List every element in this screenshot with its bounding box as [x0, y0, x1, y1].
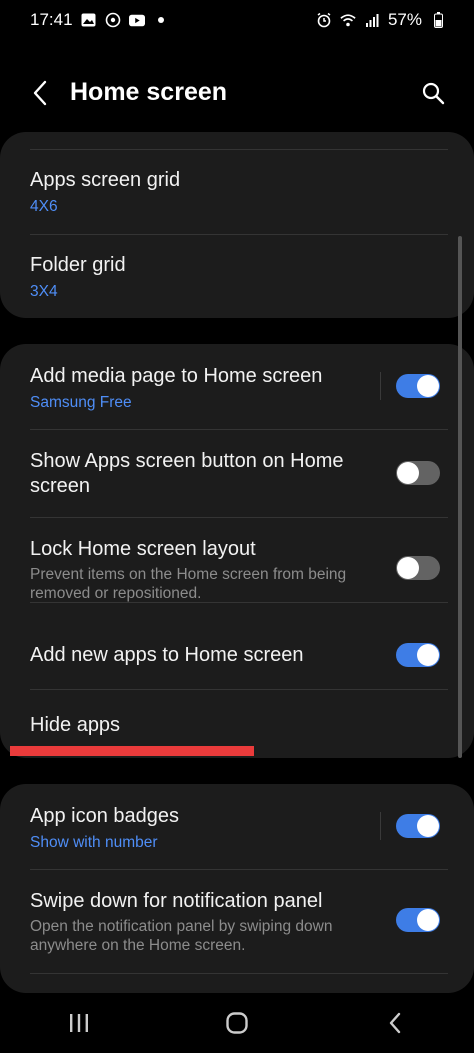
chevron-left-icon [33, 80, 47, 106]
status-bar: 17:41 57% [0, 0, 474, 40]
vertical-separator [380, 812, 381, 840]
lock-layout-description: Prevent items on the Home screen from be… [30, 566, 347, 602]
page-title: Home screen [70, 78, 228, 106]
divider [30, 973, 448, 974]
home-icon [226, 1012, 248, 1034]
apps-button-toggle[interactable] [396, 461, 440, 485]
divider [30, 869, 448, 870]
toggle-knob [397, 462, 419, 484]
folder-grid-item[interactable]: Folder grid 3X4 [0, 253, 474, 302]
back-button[interactable] [26, 78, 54, 108]
navigation-bar [0, 993, 474, 1053]
status-time: 17:41 [30, 10, 73, 29]
swipe-down-item[interactable]: Swipe down for notification panel Open t… [0, 889, 370, 955]
divider [30, 602, 448, 603]
apps-screen-grid-value: 4X6 [30, 198, 58, 215]
wifi-icon [340, 12, 356, 28]
search-button[interactable] [418, 78, 448, 108]
divider [30, 429, 448, 430]
search-icon [422, 82, 445, 105]
media-page-value: Samsung Free [30, 394, 132, 411]
swipe-down-label: Swipe down for notification panel [30, 890, 323, 912]
youtube-icon [128, 12, 145, 28]
apps-screen-grid-label: Apps screen grid [30, 169, 181, 191]
lock-layout-label: Lock Home screen layout [30, 538, 256, 560]
app-icon-badges-value: Show with number [30, 834, 158, 851]
folder-grid-value: 3X4 [30, 283, 58, 300]
toggle-knob [417, 375, 439, 397]
scrollbar[interactable] [458, 236, 462, 758]
swipe-down-description: Open the notification panel by swiping d… [30, 918, 333, 954]
toggle-knob [397, 557, 419, 579]
divider [30, 689, 448, 690]
app-icon-badges-label: App icon badges [30, 805, 180, 827]
media-page-toggle[interactable] [396, 374, 440, 398]
hide-apps-item[interactable]: Hide apps [0, 713, 474, 738]
grid-settings-card: Apps screen grid 4X6 Folder grid 3X4 [0, 132, 474, 318]
signal-icon [364, 12, 380, 28]
apps-button-item[interactable]: Show Apps screen button on Home screen [0, 449, 350, 499]
add-new-apps-label: Add new apps to Home screen [30, 644, 304, 666]
back-arrow-icon [389, 1012, 401, 1034]
divider [30, 149, 448, 150]
home-options-card: Add media page to Home screen Samsung Fr… [0, 344, 474, 758]
apps-button-label: Show Apps screen button on Home screen [30, 450, 344, 497]
hide-apps-label: Hide apps [30, 714, 121, 736]
vertical-separator [380, 372, 381, 400]
alarm-icon [316, 12, 332, 28]
battery-percent: 57% [387, 10, 422, 29]
signal-hotspot-icon [105, 12, 121, 28]
image-icon [81, 12, 97, 28]
home-button[interactable] [207, 1003, 267, 1043]
highlight-underline [10, 746, 254, 756]
swipe-down-toggle[interactable] [396, 908, 440, 932]
add-new-apps-toggle[interactable] [396, 643, 440, 667]
toggle-knob [417, 815, 439, 837]
recents-button[interactable] [49, 1003, 109, 1043]
recents-icon [70, 1014, 88, 1032]
app-icon-badges-toggle[interactable] [396, 814, 440, 838]
folder-grid-label: Folder grid [30, 254, 126, 276]
toggle-knob [417, 644, 439, 666]
battery-icon [430, 12, 446, 28]
lock-layout-toggle[interactable] [396, 556, 440, 580]
lock-layout-item[interactable]: Lock Home screen layout Prevent items on… [0, 537, 370, 603]
apps-screen-grid-item[interactable]: Apps screen grid 4X6 [0, 168, 474, 217]
media-page-label: Add media page to Home screen [30, 365, 323, 387]
app-bar: Home screen [0, 60, 474, 126]
badges-card: App icon badges Show with number Swipe d… [0, 784, 474, 993]
nav-back-button[interactable] [365, 1003, 425, 1043]
dot-icon [153, 12, 169, 28]
divider [30, 517, 448, 518]
toggle-knob [417, 909, 439, 931]
divider [30, 234, 448, 235]
